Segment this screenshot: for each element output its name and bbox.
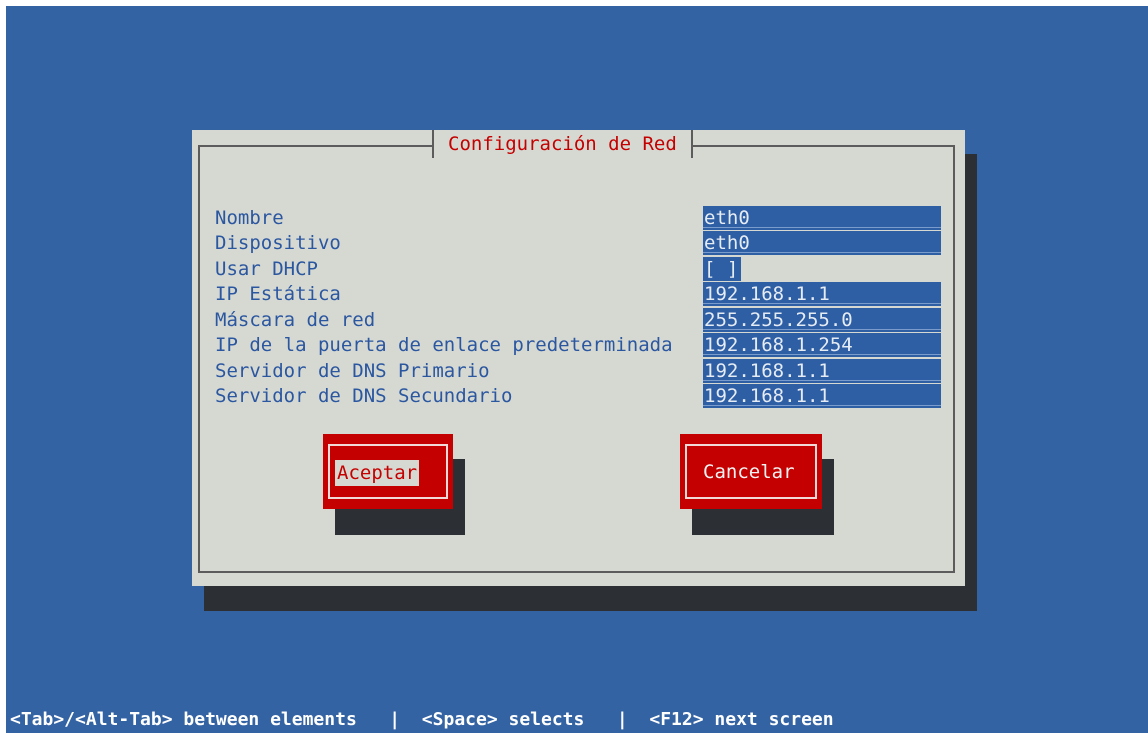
usar-dhcp-checkbox[interactable]: [ ] bbox=[703, 257, 751, 281]
keyboard-help-bar: <Tab>/<Alt-Tab> between elements | <Spac… bbox=[10, 709, 834, 730]
dns-primario-input[interactable]: 192.168.1.1 bbox=[703, 359, 941, 383]
dns-secundario-input-value: 192.168.1.1 bbox=[704, 385, 830, 407]
ip-estatica-input[interactable]: 192.168.1.1 bbox=[703, 282, 941, 306]
mascara-de-red-input-value: 255.255.255.0 bbox=[704, 309, 853, 331]
ip-estatica-input-value: 192.168.1.1 bbox=[704, 283, 830, 305]
label-ip-estatica: IP Estática bbox=[215, 283, 341, 305]
label-usar-dhcp: Usar DHCP bbox=[215, 258, 318, 280]
label-dispositivo: Dispositivo bbox=[215, 232, 341, 254]
label-dns-primario: Servidor de DNS Primario bbox=[215, 360, 490, 382]
label-gateway: IP de la puerta de enlace predeterminada bbox=[215, 334, 673, 356]
dns-primario-input-value: 192.168.1.1 bbox=[704, 360, 830, 382]
dns-secundario-input[interactable]: 192.168.1.1 bbox=[703, 384, 941, 408]
usar-dhcp-checkbox-box: [ ] bbox=[703, 257, 741, 281]
dns-primario-input-underline bbox=[703, 380, 941, 381]
mascara-de-red-input[interactable]: 255.255.255.0 bbox=[703, 308, 941, 332]
dispositivo-input[interactable]: eth0 bbox=[703, 231, 941, 255]
ip-estatica-input-underline bbox=[703, 303, 941, 304]
gateway-input-underline bbox=[703, 354, 941, 355]
dns-secundario-input-underline bbox=[703, 405, 941, 406]
gateway-input-value: 192.168.1.254 bbox=[704, 334, 853, 356]
accept-button-label: Aceptar bbox=[335, 460, 420, 486]
label-mascara-de-red: Máscara de red bbox=[215, 309, 376, 331]
accept-button[interactable]: Aceptar bbox=[323, 434, 453, 509]
label-dns-secundario: Servidor de DNS Secundario bbox=[215, 385, 513, 407]
mascara-de-red-input-underline bbox=[703, 329, 941, 330]
nombre-input[interactable]: eth0 bbox=[703, 206, 941, 230]
cancel-button-label: Cancelar bbox=[703, 461, 795, 483]
gateway-input[interactable]: 192.168.1.254 bbox=[703, 333, 941, 357]
label-nombre: Nombre bbox=[215, 207, 284, 229]
dispositivo-input-value: eth0 bbox=[704, 232, 750, 254]
nombre-input-underline bbox=[703, 227, 941, 228]
cancel-button[interactable]: Cancelar bbox=[680, 434, 822, 509]
dialog-title: Configuración de Red bbox=[432, 130, 693, 158]
nombre-input-value: eth0 bbox=[704, 207, 750, 229]
network-config-dialog: Configuración de Red Nombre Dispositivo … bbox=[192, 130, 965, 586]
dispositivo-input-underline bbox=[703, 252, 941, 253]
